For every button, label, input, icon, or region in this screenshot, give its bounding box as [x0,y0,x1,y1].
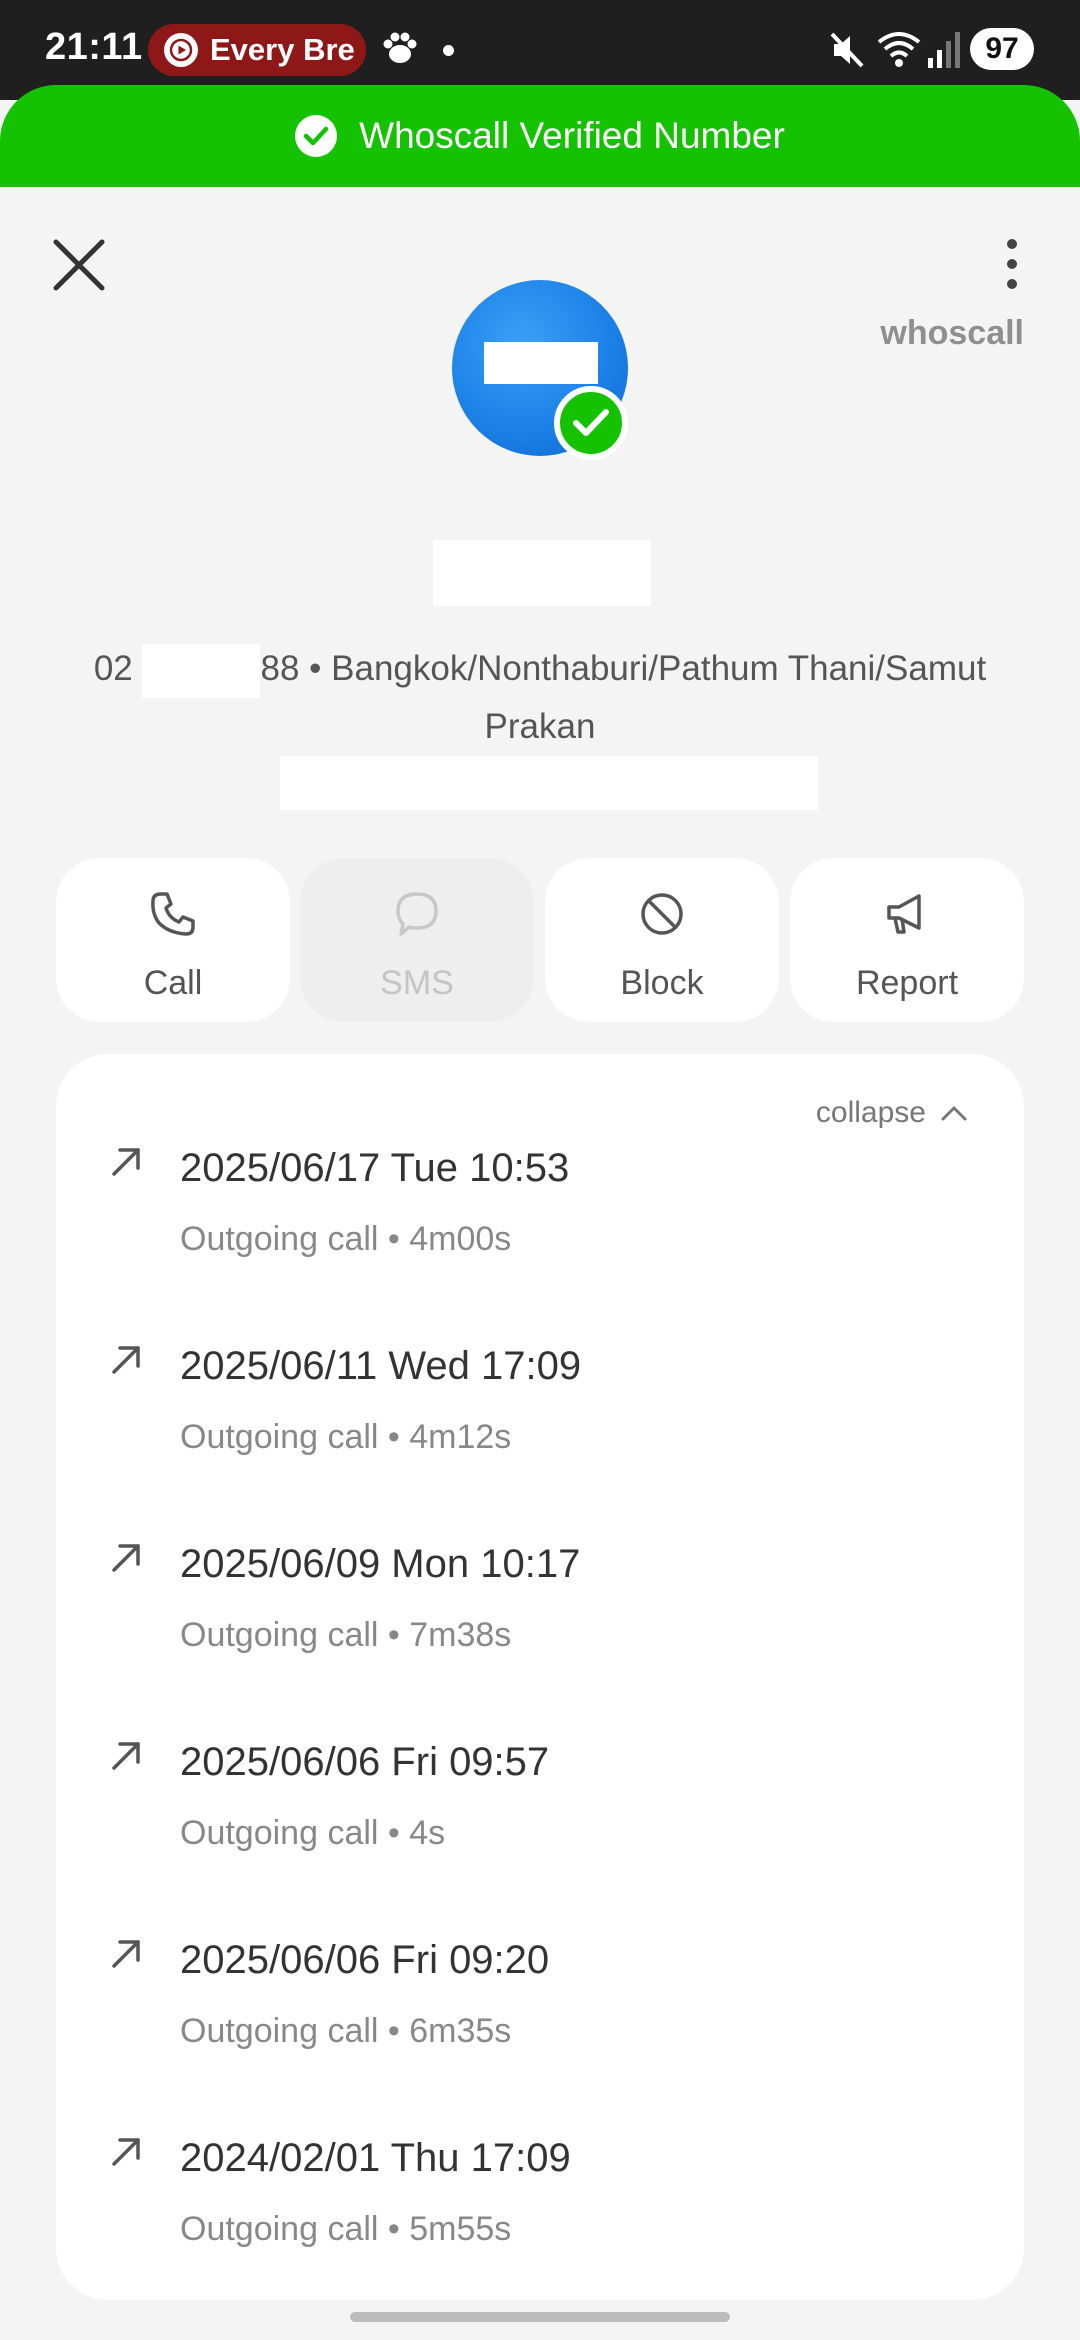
call-date: 2025/06/11 Wed 17:09 [180,1344,582,1388]
chat-bubble-icon [391,888,443,940]
outgoing-arrow-icon [112,1544,140,1572]
call-history-card: collapse 2025/06/17 Tue 10:53 Outgoing c… [56,1054,1024,2300]
block-button[interactable]: Block [545,858,779,1022]
media-title: Every Bre [210,32,355,67]
number-and-location: 02 88 • Bangkok/Nonthaburi/Pathum Thani/… [60,640,1020,756]
redacted-avatar-text [484,342,598,384]
call-meta: Outgoing call • 5m55s [180,2210,512,2248]
chevron-up-icon [941,1106,967,1121]
call-date: 2025/06/17 Tue 10:53 [180,1146,570,1190]
call-log-item[interactable]: 2024/02/01 Thu 17:09 Outgoing call • 5m5… [56,2112,1024,2310]
call-log-item[interactable]: 2025/06/11 Wed 17:09 Outgoing call • 4m1… [56,1320,1024,1518]
verified-banner-text: Whoscall Verified Number [359,115,785,156]
redacted-number [142,643,261,698]
number-prefix: 02 [93,649,133,688]
call-log-item[interactable]: 2025/06/06 Fri 09:57 Outgoing call • 4s [56,1716,1024,1914]
paw-icon [380,30,420,73]
report-button[interactable]: Report [790,858,1024,1022]
battery-indicator: 97 [970,28,1034,70]
phone-icon [147,888,199,940]
call-meta: Outgoing call • 4m12s [180,1418,512,1456]
redacted-subtitle [280,756,818,810]
home-indicator[interactable] [350,2312,730,2322]
block-label: Block [620,964,704,1002]
outgoing-arrow-icon [112,1346,140,1374]
call-meta: Outgoing call • 7m38s [180,1616,512,1654]
call-meta: Outgoing call • 6m35s [180,2012,512,2050]
block-icon [636,888,688,940]
separator-dot: • [309,649,322,688]
verified-banner: Whoscall Verified Number [0,85,1080,187]
outgoing-arrow-icon [112,1940,140,1968]
call-date: 2025/06/09 Mon 10:17 [180,1542,581,1586]
location-text: Bangkok/Nonthaburi/Pathum Thani/Samut Pr… [331,649,987,746]
close-icon [53,239,105,291]
signal-icon [926,30,962,75]
sms-button[interactable]: SMS [300,858,534,1022]
megaphone-icon [881,888,933,940]
redacted-contact-name [433,540,651,606]
more-options-button[interactable] [998,236,1026,292]
check-circle-icon [295,115,338,157]
mute-icon [828,30,866,75]
call-label: Call [143,964,203,1002]
call-log-item[interactable]: 2025/06/06 Fri 09:20 Outgoing call • 6m3… [56,1914,1024,2112]
report-label: Report [855,964,959,1002]
more-vertical-icon [1007,239,1017,289]
verified-check-icon [554,386,628,460]
wifi-icon [876,28,922,75]
outgoing-arrow-icon [112,1148,140,1176]
close-button[interactable] [50,236,108,294]
youtube-music-icon [164,33,198,67]
notification-dot-icon [443,45,454,56]
media-notification-pill[interactable]: Every Bre [148,24,366,76]
call-button[interactable]: Call [56,858,290,1022]
call-date: 2025/06/06 Fri 09:57 [180,1740,550,1784]
whoscall-logo: whoscall [880,314,1024,352]
call-log-item[interactable]: 2025/06/17 Tue 10:53 Outgoing call • 4m0… [56,1122,1024,1320]
call-date: 2025/06/06 Fri 09:20 [180,1938,550,1982]
outgoing-arrow-icon [112,1742,140,1770]
sms-label: SMS [380,964,454,1002]
number-suffix: 88 [260,649,300,688]
call-meta: Outgoing call • 4s [180,1814,446,1852]
outgoing-arrow-icon [112,2138,140,2166]
status-time: 21:11 [45,26,143,68]
action-buttons: Call SMS Block Report [56,858,1024,1022]
call-meta: Outgoing call • 4m00s [180,1220,512,1258]
call-log-item[interactable]: 2025/06/09 Mon 10:17 Outgoing call • 7m3… [56,1518,1024,1716]
call-date: 2024/02/01 Thu 17:09 [180,2136,571,2180]
